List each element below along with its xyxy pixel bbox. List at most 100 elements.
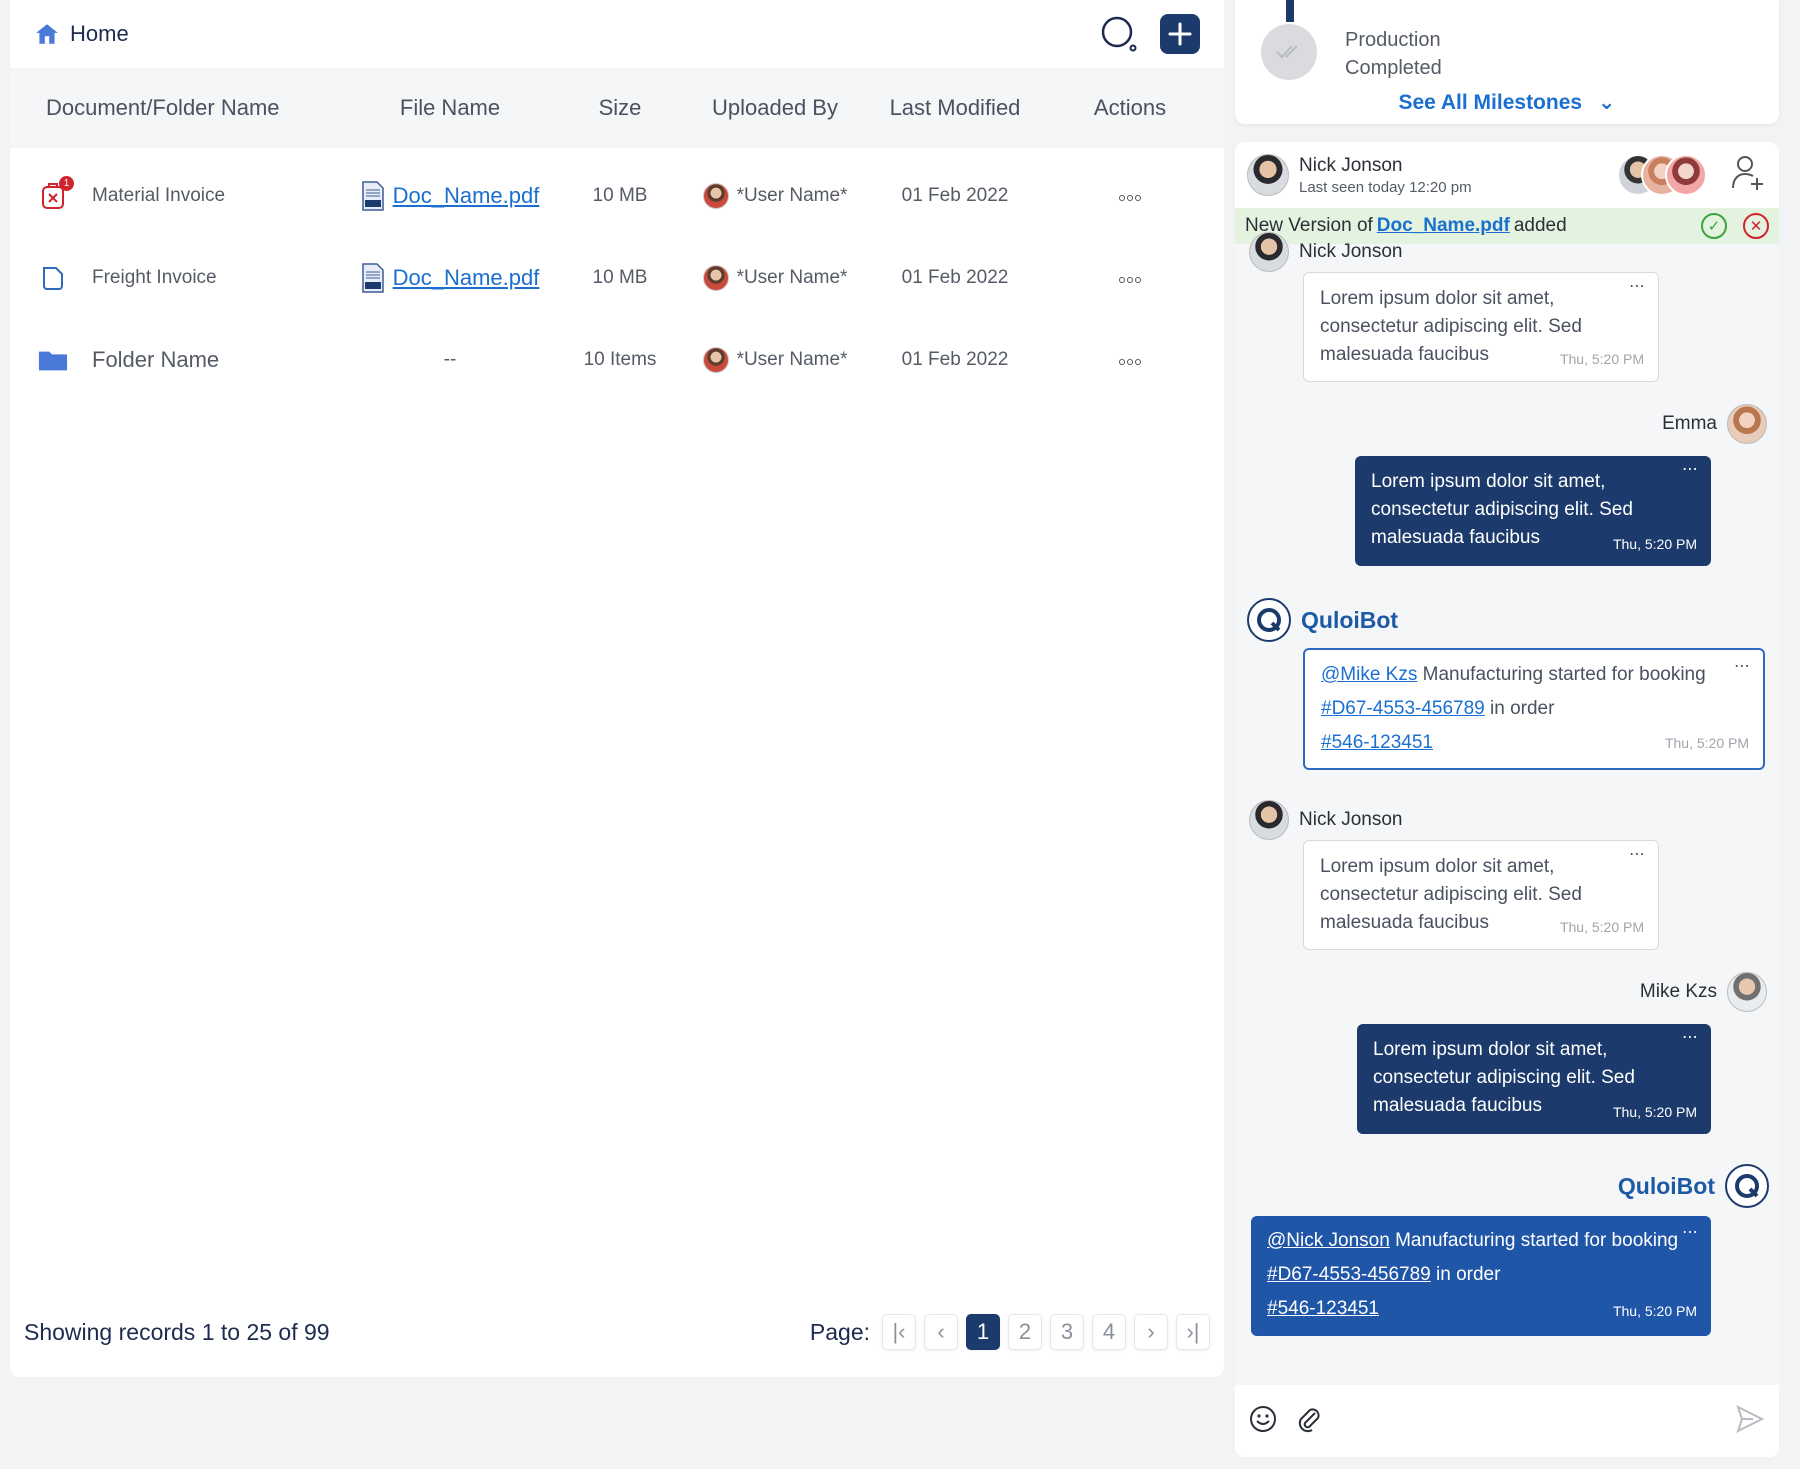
bot-sender: QuloiBot [1618, 1164, 1769, 1208]
pdf-file-icon [361, 263, 384, 293]
avatar [1249, 232, 1289, 272]
avatar [1665, 154, 1707, 196]
first-page-button[interactable]: |‹ [882, 1314, 916, 1350]
message-bubble[interactable]: ⋯ Lorem ipsum dolor sit amet, consectetu… [1303, 272, 1659, 382]
uploader-name: *User Name* [736, 267, 848, 288]
avatar[interactable] [1247, 154, 1289, 196]
page-button-2[interactable]: 2 [1008, 1314, 1042, 1350]
message-menu-icon[interactable]: ⋯ [1629, 273, 1646, 301]
message-bubble[interactable]: ⋯ Lorem ipsum dolor sit amet, consectetu… [1303, 840, 1659, 950]
message-menu-icon[interactable]: ⋯ [1629, 841, 1646, 869]
last-page-button[interactable]: ›| [1176, 1314, 1210, 1350]
search-icon [1101, 16, 1137, 52]
see-all-milestones-link[interactable]: See All Milestones ⌄ [1235, 90, 1779, 115]
row-actions-button[interactable] [1050, 188, 1210, 204]
page-button-3[interactable]: 3 [1050, 1314, 1084, 1350]
bot-sender: QuloiBot [1247, 598, 1398, 642]
accept-version-button[interactable]: ✓ [1701, 213, 1727, 239]
message-bubble[interactable]: ⋯ Lorem ipsum dolor sit amet, consectetu… [1355, 456, 1711, 566]
file-link[interactable]: Doc_Name.pdf [393, 265, 540, 291]
message-menu-icon[interactable]: ⋯ [1682, 456, 1699, 484]
invoice-icon: 1 [38, 176, 74, 211]
pagination: Page: |‹ ‹ 1 2 3 4 › ›| [810, 1314, 1210, 1350]
message-menu-icon[interactable]: ⋯ [1682, 1216, 1699, 1250]
table-row[interactable]: Freight Invoice Doc_Name.pdf 10 MB *User… [10, 232, 1224, 324]
home-icon [36, 24, 58, 44]
notice-suffix: added [1513, 215, 1567, 236]
message-sender: Emma [1662, 404, 1767, 444]
chevron-left-icon: ‹ [937, 1319, 945, 1344]
emoji-button[interactable] [1249, 1405, 1277, 1438]
chevron-down-icon: ⌄ [1597, 91, 1616, 114]
mention-link[interactable]: @Mike Kzs [1321, 664, 1417, 685]
last-seen-text: Last seen today 12:20 pm [1299, 178, 1472, 196]
table-row[interactable]: Folder Name -- 10 Items *User Name* 01 F… [10, 314, 1224, 406]
milestone-status: Production Completed [1345, 26, 1442, 82]
message-text: Lorem ipsum dolor sit amet, consectetur … [1320, 856, 1582, 933]
message-sender: Mike Kzs [1640, 972, 1767, 1012]
search-button[interactable] [1098, 13, 1140, 55]
booking-link[interactable]: #D67-4553-456789 [1267, 1264, 1431, 1285]
order-link[interactable]: #546-123451 [1267, 1298, 1379, 1319]
message-time: Thu, 5:20 PM [1559, 919, 1644, 935]
table-row[interactable]: 1 Material Invoice Doc_Name.pdf 10 MB *U… [10, 150, 1224, 242]
page-button-1[interactable]: 1 [966, 1314, 1000, 1350]
file-link[interactable]: Doc_Name.pdf [393, 183, 540, 209]
avatar [1727, 404, 1767, 444]
column-header-last-modified[interactable]: Last Modified [860, 95, 1050, 121]
emoji-icon [1250, 1405, 1276, 1432]
next-page-button[interactable]: › [1134, 1314, 1168, 1350]
top-bar: Home [10, 0, 1224, 68]
message-time: Thu, 5:20 PM [1612, 536, 1697, 552]
pdf-file-icon [361, 181, 384, 211]
add-participant-button[interactable] [1731, 154, 1765, 197]
folder-name[interactable]: Folder Name [92, 347, 219, 373]
check-icon: ✓ [1707, 218, 1721, 235]
order-link[interactable]: #546-123451 [1321, 732, 1433, 753]
sender-name: Mike Kzs [1639, 981, 1717, 1002]
message-bubble[interactable]: ⋯ Lorem ipsum dolor sit amet, consectetu… [1357, 1024, 1711, 1134]
previous-page-button[interactable]: ‹ [924, 1314, 958, 1350]
attach-button[interactable] [1295, 1405, 1323, 1438]
bot-message-bubble[interactable]: ⋯ @Nick Jonson Manufacturing started for… [1251, 1216, 1711, 1336]
column-header-name[interactable]: Document/Folder Name [10, 95, 350, 121]
message-composer [1235, 1385, 1779, 1457]
message-sender: Nick Jonson [1249, 232, 1403, 272]
row-actions-button[interactable] [1050, 270, 1210, 286]
bot-message-bubble[interactable]: ⋯ @Mike Kzs Manufacturing started for bo… [1303, 648, 1765, 770]
message-text: Lorem ipsum dolor sit amet, consectetur … [1371, 471, 1633, 548]
message-list[interactable]: Nick Jonson ⋯ Lorem ipsum dolor sit amet… [1235, 232, 1779, 1385]
page-button-4[interactable]: 4 [1092, 1314, 1126, 1350]
message-menu-icon[interactable]: ⋯ [1682, 1024, 1699, 1052]
add-document-button[interactable] [1160, 14, 1200, 54]
chat-header-info: Nick Jonson Last seen today 12:20 pm [1299, 155, 1472, 196]
avatar [702, 265, 729, 291]
name-cell: Folder Name [10, 345, 350, 375]
reject-version-button[interactable]: ✕ [1743, 213, 1769, 239]
more-horizontal-icon [1118, 270, 1142, 286]
breadcrumb-home[interactable]: Home [34, 21, 129, 47]
column-header-file[interactable]: File Name [350, 95, 550, 121]
name-cell: 1 Material Invoice [10, 176, 350, 211]
plus-icon [1168, 22, 1192, 46]
send-button[interactable] [1735, 1404, 1765, 1439]
message-menu-icon[interactable]: ⋯ [1734, 650, 1751, 684]
bot-name: QuloiBot [1301, 606, 1399, 633]
message-time: Thu, 5:20 PM [1612, 1104, 1697, 1120]
name-cell: Freight Invoice [10, 263, 350, 293]
uploader-cell: *User Name* [690, 347, 860, 373]
row-actions-button[interactable] [1050, 352, 1210, 368]
message-sender: Nick Jonson [1249, 800, 1403, 840]
document-name[interactable]: Material Invoice [92, 185, 225, 207]
records-summary: Showing records 1 to 25 of 99 [24, 1318, 330, 1345]
double-check-icon [1276, 45, 1298, 59]
folder-icon [38, 345, 68, 375]
document-name[interactable]: Freight Invoice [92, 267, 217, 289]
participants-avatars[interactable] [1617, 154, 1707, 196]
column-header-size[interactable]: Size [550, 95, 690, 121]
booking-link[interactable]: #D67-4553-456789 [1321, 698, 1485, 719]
close-icon: ✕ [1749, 218, 1763, 235]
uploader-cell: *User Name* [690, 183, 860, 209]
mention-link[interactable]: @Nick Jonson [1267, 1230, 1390, 1251]
column-header-uploaded-by[interactable]: Uploaded By [690, 95, 860, 121]
